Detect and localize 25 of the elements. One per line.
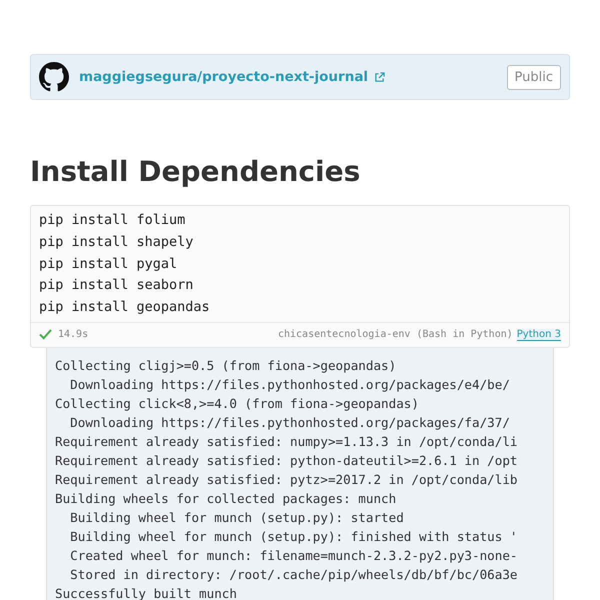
output-line: Requirement already satisfied: pytz>=2017.2 in /opt/conda/lib [55,470,519,489]
output-line: Stored in directory: /root/.cache/pip/wheels/db/bf/bc/06a3e [69,566,519,584]
environment-label: chicasentecnologia-env (Bash in Python) [278,329,513,340]
code-line: pip install shapely [39,232,194,252]
run-duration: 14.9s [58,329,88,340]
output-line: Collecting cligj>=0.5 (from fiona->geopandas) [55,356,398,375]
code-line: pip install folium [39,211,186,230]
section-heading: Install Dependencies [30,158,362,186]
language-link[interactable]: Python 3 [516,328,561,341]
output-line: Downloading https://files.pythonhosted.org/packages/fa/37/ [69,414,511,432]
output-line: Collecting click<8,>=4.0 (from fiona->geopandas) [55,394,420,413]
output-line: Downloading https://files.pythonhosted.org/packages/e4/be/ [69,376,511,394]
output-line: Building wheel for munch (setup.py): started [69,508,405,527]
code-line: pip install geopandas [39,298,211,318]
external-link-icon[interactable] [374,72,386,82]
output-line: Building wheel for munch (setup.py): finished with status ' [69,528,519,546]
visibility-badge: Public [506,64,561,90]
output-line: Requirement already satisfied: numpy>=1.13.3 in /opt/conda/li [55,432,519,451]
output-line: Requirement already satisfied: python-dateutil>=2.6.1 in /opt [55,452,519,470]
code-line: pip install pygal [39,254,178,274]
output-line: Building wheels for collected packages: munch [55,490,398,508]
repository-link[interactable]: maggiegsegura/proyecto-next-journal [79,69,368,85]
output-line: Created wheel for munch: filename=munch-2.3.2-py2.py3-none- [69,546,519,565]
code-line: pip install seaborn [39,276,194,296]
github-logo-icon [39,62,69,92]
